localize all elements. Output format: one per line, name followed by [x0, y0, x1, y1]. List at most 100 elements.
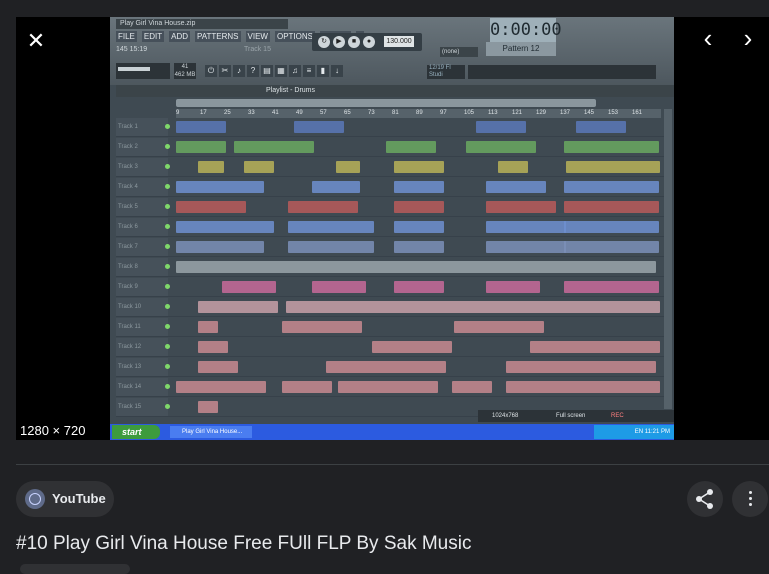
track-mute-dot[interactable] [165, 124, 170, 129]
track-row[interactable]: Track 3 [116, 158, 664, 177]
pattern-clip[interactable] [486, 201, 556, 213]
track-row[interactable]: Track 11 [116, 318, 664, 337]
pattern-clip[interactable] [394, 161, 444, 173]
share-button[interactable] [687, 481, 723, 517]
pattern-clip[interactable] [288, 221, 374, 233]
stop-icon[interactable]: ■ [348, 36, 360, 48]
pattern-clip[interactable] [198, 321, 218, 333]
track-name[interactable]: Track 4 [116, 178, 168, 196]
pattern-clip[interactable] [198, 301, 278, 313]
track-name[interactable]: Track 8 [116, 258, 168, 276]
taskbar-item[interactable]: Play Girl Vina House... [170, 426, 252, 438]
track-row[interactable]: Track 4 [116, 178, 664, 197]
pattern-clip[interactable] [564, 221, 659, 233]
menu-item-2[interactable]: ADD [169, 31, 191, 42]
track-mute-dot[interactable] [165, 264, 170, 269]
track-name[interactable]: Track 15 [116, 398, 168, 416]
horizontal-scrollbar[interactable] [176, 99, 596, 107]
tool-icon-6[interactable]: ♫ [289, 65, 301, 77]
pattern-clip[interactable] [394, 241, 444, 253]
menu-item-4[interactable]: VIEW [245, 31, 270, 42]
pattern-clip[interactable] [288, 201, 358, 213]
pattern-clip[interactable] [338, 381, 438, 393]
page-title[interactable]: #10 Play Girl Vina House Free FUll FLP B… [16, 533, 471, 555]
pattern-clip[interactable] [282, 381, 332, 393]
track-name[interactable]: Track 10 [116, 298, 168, 316]
track-row[interactable]: Track 5 [116, 198, 664, 217]
pattern-clip[interactable] [564, 181, 659, 193]
none-select[interactable]: (none) [440, 47, 478, 57]
track-mute-dot[interactable] [165, 144, 170, 149]
pattern-clip[interactable] [198, 161, 224, 173]
pattern-clip[interactable] [176, 261, 656, 273]
pattern-clip[interactable] [312, 181, 360, 193]
pattern-clip[interactable] [198, 401, 218, 413]
pattern-clip[interactable] [576, 121, 626, 133]
close-icon[interactable]: ✕ [22, 27, 50, 55]
track-mute-dot[interactable] [165, 184, 170, 189]
track-name[interactable]: Track 5 [116, 198, 168, 216]
tool-icon-5[interactable]: ▦ [275, 65, 287, 77]
menu-item-3[interactable]: PATTERNS [195, 31, 241, 42]
track-mute-dot[interactable] [165, 284, 170, 289]
track-mute-dot[interactable] [165, 364, 170, 369]
pattern-clip[interactable] [176, 181, 264, 193]
track-row[interactable]: Track 13 [116, 358, 664, 377]
tool-icon-0[interactable]: ⏻ [205, 65, 217, 77]
pattern-clip[interactable] [234, 141, 314, 153]
pattern-clip[interactable] [198, 361, 238, 373]
pattern-clip[interactable] [176, 141, 226, 153]
start-button[interactable]: start [112, 425, 160, 439]
pattern-clip[interactable] [564, 141, 659, 153]
track-name[interactable]: Track 14 [116, 378, 168, 396]
track-row[interactable]: Track 6 [116, 218, 664, 237]
pattern-clip[interactable] [454, 321, 544, 333]
menu-item-0[interactable]: FILE [116, 31, 137, 42]
pattern-clip[interactable] [372, 341, 452, 353]
pattern-clip[interactable] [282, 321, 362, 333]
pattern-clip[interactable] [198, 341, 228, 353]
track-row[interactable]: Track 14 [116, 378, 664, 397]
tool-icon-2[interactable]: ♪ [233, 65, 245, 77]
pattern-clip[interactable] [566, 161, 660, 173]
pattern-clip[interactable] [286, 301, 660, 313]
track-mute-dot[interactable] [165, 404, 170, 409]
track-mute-dot[interactable] [165, 244, 170, 249]
pattern-clip[interactable] [564, 201, 659, 213]
pattern-clip[interactable] [466, 141, 536, 153]
track-row[interactable]: Track 12 [116, 338, 664, 357]
preview-image[interactable]: Play Girl Vina House.zip FILE EDIT ADD PATT… [110, 17, 674, 440]
pattern-clip[interactable] [176, 381, 266, 393]
record-icon[interactable]: ● [363, 36, 375, 48]
source-chip[interactable]: YouTube [16, 481, 114, 517]
pattern-clip[interactable] [312, 281, 366, 293]
track-name[interactable]: Track 12 [116, 338, 168, 356]
track-name[interactable]: Track 3 [116, 158, 168, 176]
track-row[interactable]: Track 1 [116, 118, 664, 137]
track-mute-dot[interactable] [165, 204, 170, 209]
track-name[interactable]: Track 9 [116, 278, 168, 296]
tool-icon-9[interactable]: ↓ [331, 65, 343, 77]
pattern-clip[interactable] [506, 361, 656, 373]
pattern-clip[interactable] [486, 221, 566, 233]
tool-icon-1[interactable]: ✂ [219, 65, 231, 77]
pattern-clip[interactable] [564, 241, 659, 253]
track-mute-dot[interactable] [165, 304, 170, 309]
track-name[interactable]: Track 13 [116, 358, 168, 376]
pattern-clip[interactable] [288, 241, 374, 253]
pattern-clip[interactable] [394, 281, 444, 293]
pattern-clip[interactable] [564, 281, 659, 293]
tool-icon-3[interactable]: ? [247, 65, 259, 77]
pattern-clip[interactable] [486, 281, 540, 293]
pattern-clip[interactable] [486, 181, 546, 193]
fullscreen-select[interactable]: Full screen [520, 413, 585, 419]
pattern-clip[interactable] [476, 121, 526, 133]
pattern-clip[interactable] [294, 121, 344, 133]
track-name[interactable]: Track 7 [116, 238, 168, 256]
track-mute-dot[interactable] [165, 344, 170, 349]
track-row[interactable]: Track 8 [116, 258, 664, 277]
pattern-clip[interactable] [222, 281, 276, 293]
tool-icon-4[interactable]: ▤ [261, 65, 273, 77]
track-name[interactable]: Track 6 [116, 218, 168, 236]
chevron-right-icon[interactable]: › [733, 24, 763, 54]
